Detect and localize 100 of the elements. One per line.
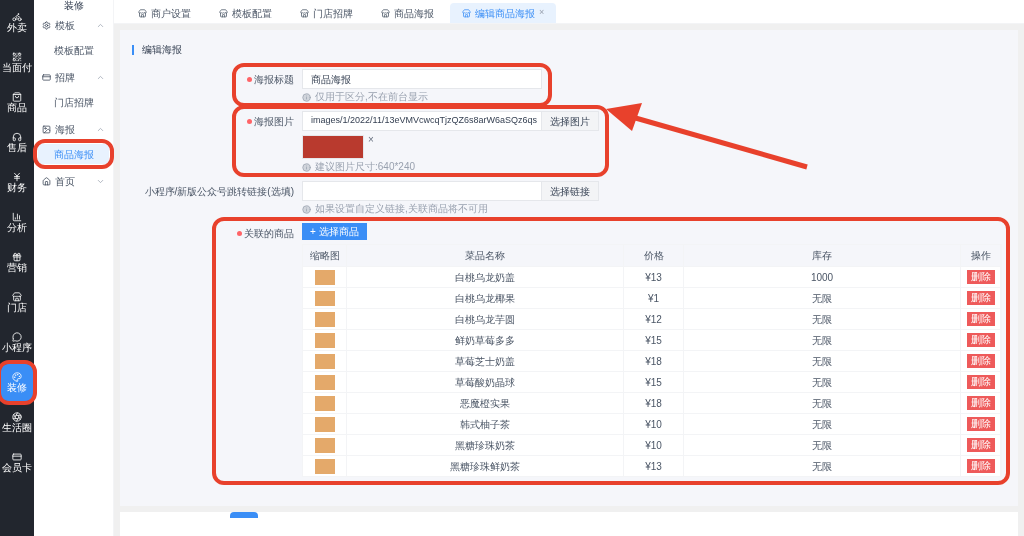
sidebar-item[interactable]: 商品 <box>1 84 33 121</box>
store-icon <box>219 8 228 18</box>
tab[interactable]: 模板配置 <box>207 3 284 23</box>
store-icon <box>138 8 147 18</box>
table-cell: 无限 <box>684 309 961 329</box>
nav-group[interactable]: 模板 <box>38 16 109 34</box>
card-icon <box>42 72 51 82</box>
bag-icon <box>12 91 22 102</box>
home-icon <box>42 176 51 186</box>
photo-placeholder <box>302 135 364 159</box>
card-icon <box>12 451 22 462</box>
info-icon <box>302 92 311 102</box>
field-label: 海报图片 <box>254 114 294 129</box>
choose-link-button[interactable]: 选择链接 <box>542 181 599 201</box>
table-cell: ¥18 <box>624 351 684 371</box>
table-cell: 白桃乌龙奶盖 <box>347 267 624 287</box>
aperture-icon <box>12 411 22 422</box>
remove-image-button[interactable]: × <box>368 135 374 145</box>
table-cell: 韩式柚子茶 <box>347 414 624 434</box>
table-cell: ¥15 <box>624 372 684 392</box>
nav-group[interactable]: 海报 <box>38 120 109 138</box>
footer-button[interactable] <box>230 512 258 518</box>
gift-icon <box>12 251 22 262</box>
section-title: 编辑海报 <box>142 43 182 57</box>
photo-placeholder <box>314 458 335 474</box>
headphones-icon <box>12 131 22 142</box>
chat-icon <box>12 331 22 342</box>
required-mark <box>247 118 252 124</box>
field-label: 小程序/新版公众号跳转链接(选填) <box>144 184 294 199</box>
info-icon <box>302 162 311 172</box>
store-icon <box>381 8 390 18</box>
field-hint: 如果设置自定义链接,关联商品将不可用 <box>315 203 488 215</box>
choose-image-button[interactable]: 选择图片 <box>542 111 599 131</box>
sidebar-item[interactable]: 生活圈 <box>1 404 33 441</box>
photo-placeholder <box>314 353 335 369</box>
palette-icon <box>12 371 22 382</box>
image-icon <box>42 124 51 134</box>
table-cell: 无限 <box>684 288 961 308</box>
table-cell: 无限 <box>684 351 961 371</box>
column-header: 库存 <box>684 245 961 266</box>
photo-placeholder <box>314 437 335 453</box>
column-header: 价格 <box>624 245 684 266</box>
table-cell: 黑糖珍珠鲜奶茶 <box>347 456 624 476</box>
photo-placeholder <box>314 290 335 306</box>
table-cell: 黑糖珍珠奶茶 <box>347 435 624 455</box>
table-cell: 白桃乌龙椰果 <box>347 288 624 308</box>
sidebar-item[interactable]: 分析 <box>1 204 33 241</box>
table-cell: ¥10 <box>624 414 684 434</box>
sidebar-item[interactable]: 营销 <box>1 244 33 281</box>
sidebar-item[interactable]: 外卖 <box>1 4 33 41</box>
qr-code-icon <box>12 51 22 62</box>
bar-chart-icon <box>12 211 22 222</box>
store-icon <box>462 8 471 18</box>
required-mark <box>247 76 252 82</box>
store-icon <box>300 8 309 18</box>
sidebar-item[interactable]: 财务 <box>1 164 33 201</box>
table-cell: ¥13 <box>624 267 684 287</box>
table-cell: 无限 <box>684 393 961 413</box>
photo-placeholder <box>314 269 335 285</box>
table-cell: ¥1 <box>624 288 684 308</box>
field-hint: 建议图片尺寸:640*240 <box>315 161 416 173</box>
nav-item[interactable]: 模板配置 <box>38 40 109 60</box>
photo-placeholder <box>314 311 335 327</box>
table-cell: 鲜奶草莓多多 <box>347 330 624 350</box>
sidebar-item[interactable]: 当面付 <box>1 44 33 81</box>
sidebar-item[interactable]: 会员卡 <box>1 444 33 481</box>
table-cell: ¥12 <box>624 309 684 329</box>
sidebar-item[interactable]: 门店 <box>1 284 33 321</box>
table-cell: 1000 <box>684 267 961 287</box>
table-cell: ¥10 <box>624 435 684 455</box>
link-input[interactable] <box>302 181 542 201</box>
table-cell: 无限 <box>684 330 961 350</box>
photo-placeholder <box>314 374 335 390</box>
column-header: 缩略图 <box>303 245 347 266</box>
tab[interactable]: 商品海报 <box>369 3 446 23</box>
table-cell: ¥13 <box>624 456 684 476</box>
sidebar-item[interactable]: 小程序 <box>1 324 33 361</box>
column-header: 操作 <box>961 245 1001 266</box>
table-cell: ¥15 <box>624 330 684 350</box>
sidebar-item[interactable]: 售后 <box>1 124 33 161</box>
settings-icon <box>42 20 51 30</box>
bike-icon <box>12 11 22 22</box>
table-cell: 无限 <box>684 456 961 476</box>
table-cell: 白桃乌龙芋圆 <box>347 309 624 329</box>
field-label: 海报标题 <box>254 72 294 87</box>
photo-placeholder <box>314 416 335 432</box>
nav-item[interactable]: 门店招牌 <box>38 92 109 112</box>
tab[interactable]: 门店招牌 <box>288 3 365 23</box>
sub-sidebar-title: 装修 <box>62 0 85 12</box>
image-path-input[interactable]: images/1/2022/11/13eVMVcwcqTjzQZ6s8arW6aSQz6qs <box>302 111 542 131</box>
text-input[interactable]: 商品海报 <box>302 69 542 89</box>
field-label: 关联的商品 <box>244 226 294 241</box>
table-cell: ¥18 <box>624 393 684 413</box>
table-cell: 无限 <box>684 414 961 434</box>
photo-placeholder <box>314 395 335 411</box>
nav-group[interactable]: 招牌 <box>38 68 109 86</box>
tab[interactable]: 商户设置 <box>126 3 203 23</box>
nav-group[interactable]: 首页 <box>38 172 109 190</box>
store-icon <box>12 291 22 302</box>
field-hint: 仅用于区分,不在前台显示 <box>315 91 428 103</box>
